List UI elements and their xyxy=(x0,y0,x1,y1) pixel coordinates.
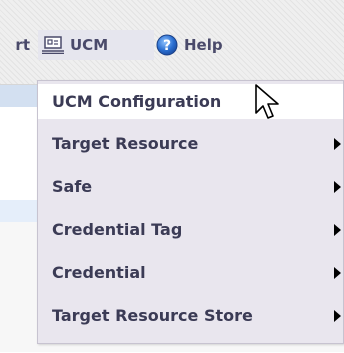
menu-item-credential[interactable]: Credential xyxy=(38,255,343,290)
menu-report-label: rt xyxy=(15,36,30,54)
svg-text:?: ? xyxy=(163,38,171,54)
menu-item-label: Target Resource xyxy=(52,134,199,153)
mouse-pointer-icon xyxy=(253,83,287,123)
menu-item-label: Target Resource Store xyxy=(52,306,253,325)
menu-ucm[interactable]: UCM xyxy=(38,30,154,60)
menu-help-label: Help xyxy=(184,36,223,54)
menu-item-target-resource-store[interactable]: Target Resource Store xyxy=(38,298,343,333)
menu-item-credential-tag[interactable]: Credential Tag xyxy=(38,212,343,247)
menu-item-safe[interactable]: Safe xyxy=(38,169,343,204)
menu-item-label: UCM Configuration xyxy=(52,92,222,111)
menu-item-label: Safe xyxy=(52,177,93,196)
menu-help[interactable]: ? Help xyxy=(152,30,266,60)
submenu-arrow-icon xyxy=(334,309,341,322)
submenu-arrow-icon xyxy=(334,266,341,279)
menu-item-label: Credential Tag xyxy=(52,220,183,239)
monitor-icon xyxy=(42,36,64,55)
ucm-dropdown-menu: UCM Configuration Target Resource Safe C… xyxy=(37,80,344,344)
menu-ucm-label: UCM xyxy=(70,36,109,54)
menu-report[interactable]: rt xyxy=(0,30,30,60)
help-globe-icon: ? xyxy=(156,34,178,56)
submenu-arrow-icon xyxy=(334,223,341,236)
submenu-arrow-icon xyxy=(334,137,341,150)
menu-item-target-resource[interactable]: Target Resource xyxy=(38,126,343,161)
submenu-arrow-icon xyxy=(334,180,341,193)
menu-item-label: Credential xyxy=(52,263,146,282)
menu-bar: rt UCM ? Help xyxy=(0,0,344,85)
menu-item-ucm-configuration[interactable]: UCM Configuration xyxy=(38,84,343,119)
